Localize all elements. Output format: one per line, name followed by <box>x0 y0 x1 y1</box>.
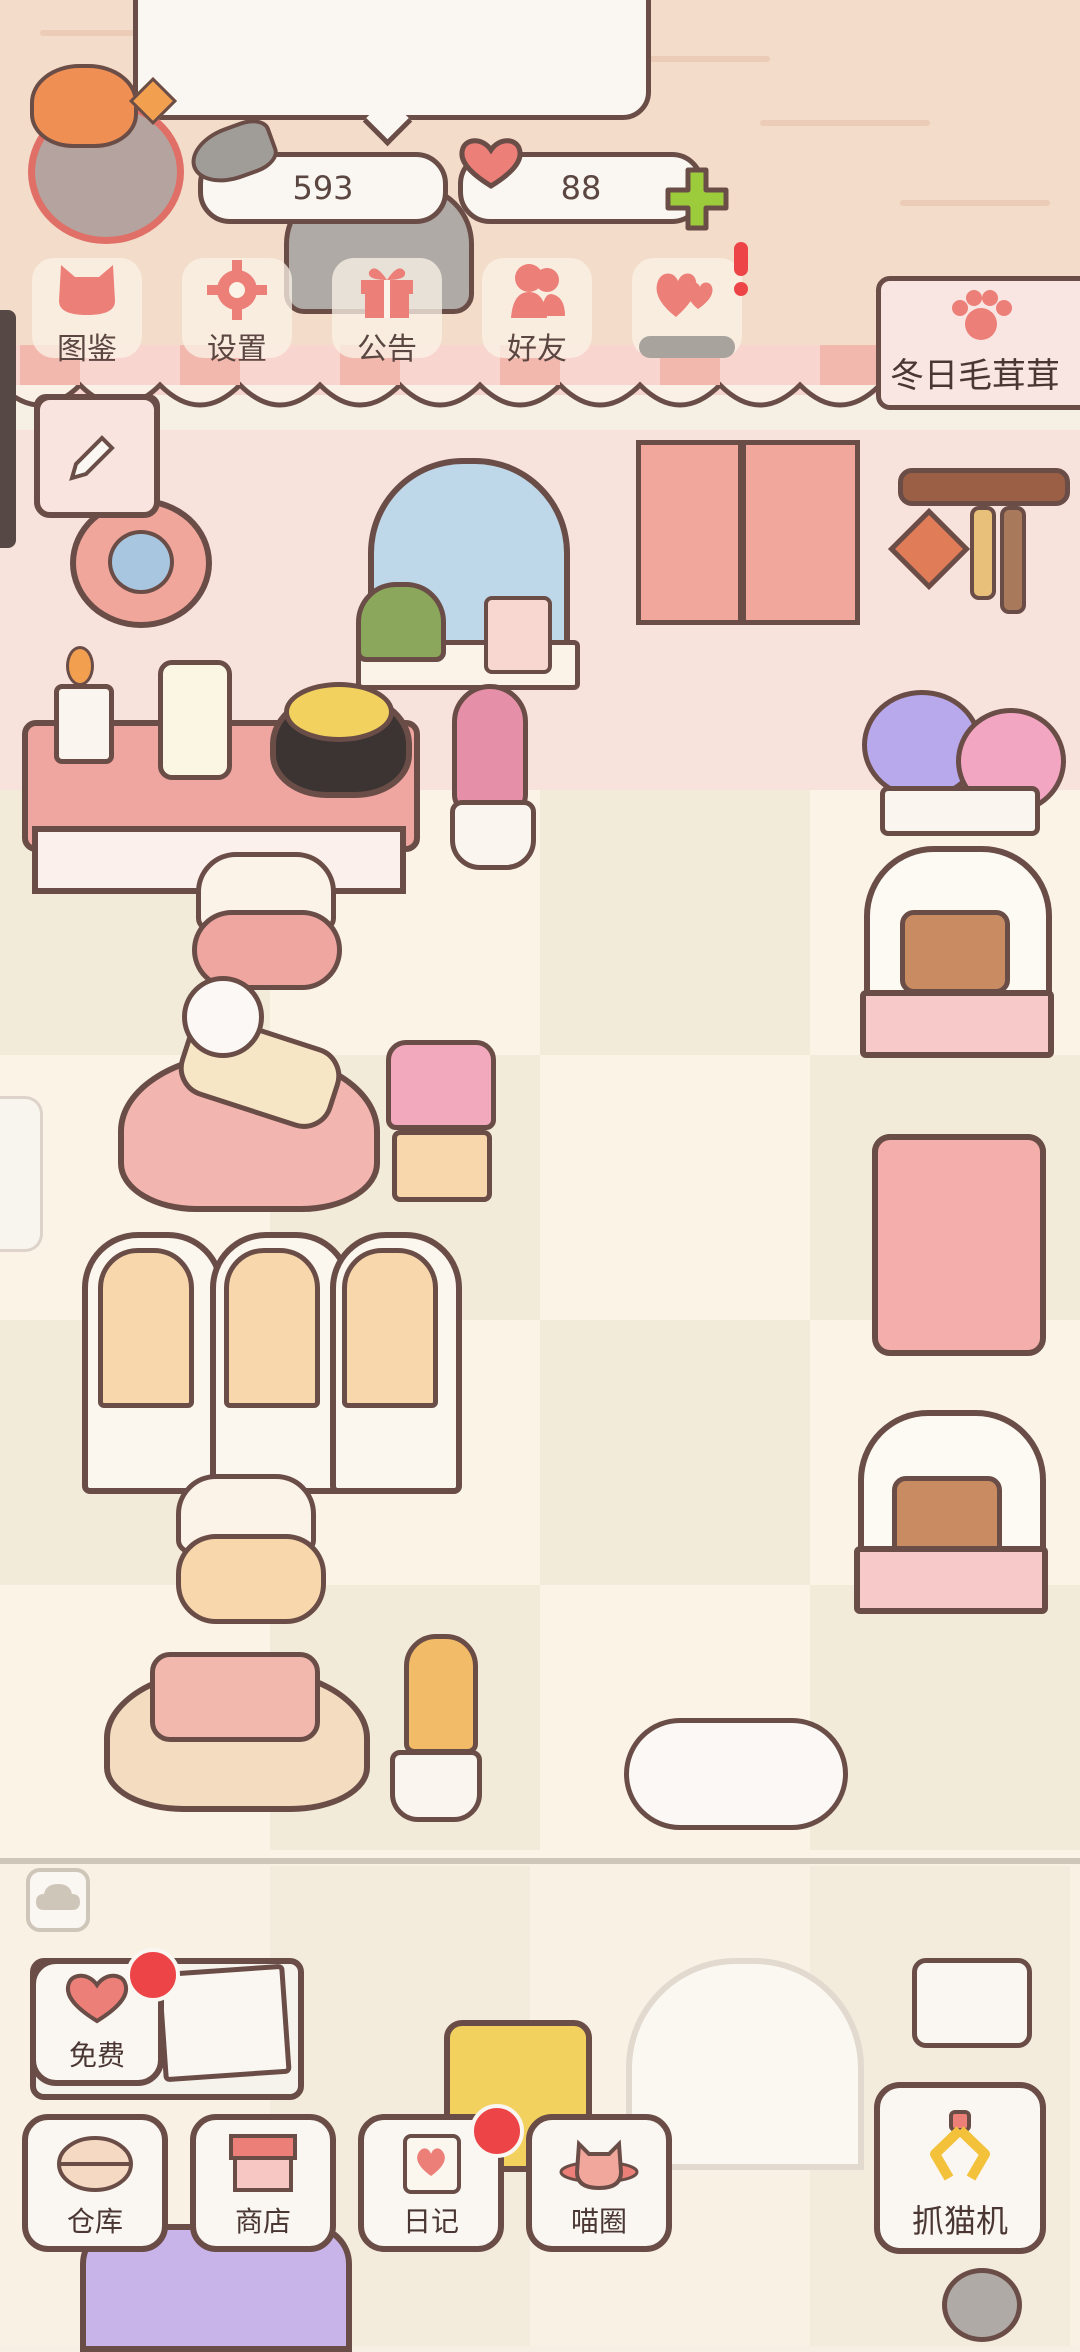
screen-window <box>224 1248 320 1408</box>
paper-towel-roll[interactable] <box>158 660 232 780</box>
door-curtain[interactable] <box>636 440 860 625</box>
event-banner-label: 冬日毛茸茸 <box>890 356 1060 396</box>
hyacinth-flower[interactable] <box>452 684 528 814</box>
diary-icon <box>391 2132 471 2194</box>
collection-button[interactable]: 图鉴 <box>32 258 142 368</box>
target-icon <box>108 530 174 594</box>
claw-icon <box>915 2110 1005 2190</box>
claw-machine-button[interactable]: 抓猫机 <box>874 2082 1046 2254</box>
friends-label: 好友 <box>507 332 567 367</box>
cat-planet-icon <box>559 2132 639 2194</box>
shop-label: 商店 <box>234 2205 291 2238</box>
sweet-rolls[interactable] <box>150 1652 320 1742</box>
curtain-split <box>738 440 746 620</box>
meow-circle-button[interactable]: 喵圈 <box>526 2114 672 2252</box>
diary-label: 日记 <box>402 2205 459 2238</box>
diary-notification-badge <box>470 2104 524 2158</box>
flower-pot <box>390 1750 482 1822</box>
side-drawer-handle[interactable] <box>0 310 16 548</box>
heart-icon <box>57 1966 137 2028</box>
claw-machine-top <box>912 1958 1032 2048</box>
ice-cream-machine[interactable] <box>872 1134 1046 1356</box>
heart-stool[interactable] <box>176 1534 326 1624</box>
hearts-progress-bar <box>639 336 735 358</box>
hearts-button[interactable] <box>632 258 742 368</box>
candle-flame <box>66 646 94 686</box>
warehouse-icon <box>55 2132 135 2194</box>
potted-plant[interactable] <box>356 582 446 662</box>
collection-label: 图鉴 <box>57 332 117 367</box>
pink-flowers[interactable] <box>386 1040 496 1130</box>
pot-lid <box>284 682 394 742</box>
free-label: 免费 <box>68 2039 125 2072</box>
hearts-icon <box>652 258 722 328</box>
announcement-label: 公告 <box>357 332 417 367</box>
warehouse-button[interactable]: 仓库 <box>22 2114 168 2252</box>
orange-tulip[interactable] <box>404 1634 478 1754</box>
strawberry-cake <box>900 910 1010 994</box>
gift-icon <box>352 258 422 322</box>
paw-icon <box>952 290 1012 340</box>
hanging-spoon <box>970 506 996 600</box>
cloud-toggle-button[interactable] <box>26 1868 90 1932</box>
shop-button[interactable]: 商店 <box>190 2114 336 2252</box>
hanging-tools[interactable] <box>898 468 1070 506</box>
free-notification-badge <box>126 1948 180 2002</box>
bottles[interactable] <box>484 596 552 674</box>
screen-window <box>342 1248 438 1408</box>
friends-icon <box>502 258 572 322</box>
settings-button[interactable]: 设置 <box>182 258 292 368</box>
settings-label: 设置 <box>207 332 267 367</box>
side-panel-tab[interactable] <box>0 1096 43 1252</box>
screen-window <box>98 1248 194 1408</box>
hanging-ladle <box>1000 506 1026 614</box>
flower-pot <box>450 800 536 870</box>
warehouse-label: 仓库 <box>66 2205 123 2238</box>
storefront-icon <box>223 2132 303 2194</box>
cat-head-icon <box>52 258 122 322</box>
gear-icon <box>202 258 272 322</box>
fish-count: 593 <box>292 169 354 207</box>
case-base <box>854 1546 1048 1614</box>
heart-count: 88 <box>560 169 602 207</box>
meow-circle-label: 喵圈 <box>570 2205 627 2238</box>
add-currency-button[interactable] <box>664 166 730 232</box>
alert-mark-dot <box>734 282 748 296</box>
avatar-cat-icon <box>30 64 138 148</box>
mouse-figure <box>942 2268 1022 2342</box>
heart-icon <box>459 138 523 189</box>
friends-button[interactable]: 好友 <box>482 258 592 368</box>
snowman-figurine <box>182 976 264 1058</box>
planter <box>880 786 1040 836</box>
claw-machine-label: 抓猫机 <box>911 2202 1008 2240</box>
alert-mark-icon <box>734 242 748 276</box>
cloud-cat-npc[interactable] <box>624 1718 848 1830</box>
flower-basket <box>392 1130 492 1202</box>
candle[interactable] <box>54 684 114 764</box>
case-base <box>860 990 1054 1058</box>
announcement-button[interactable]: 公告 <box>332 258 442 368</box>
pencil-icon <box>69 435 115 481</box>
